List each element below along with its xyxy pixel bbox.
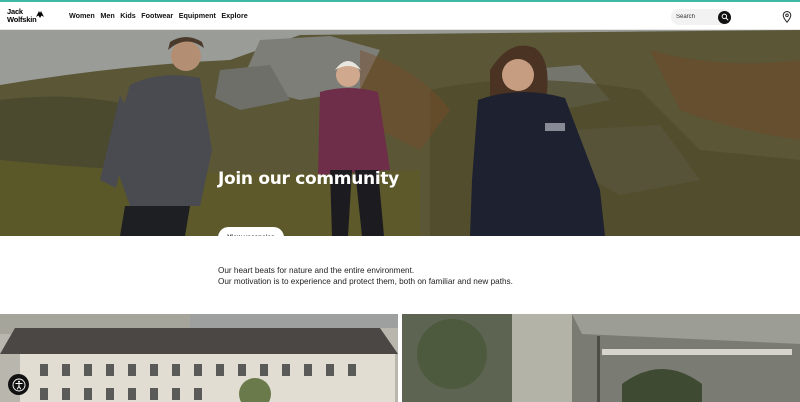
brand-logo[interactable]: Jack Wolfskin — [7, 8, 47, 26]
nav-item-men[interactable]: Men — [100, 11, 114, 21]
accessibility-icon — [12, 378, 25, 391]
hero-title: Join our community — [218, 169, 399, 189]
paw-logo-icon — [36, 11, 44, 18]
view-vacancies-button[interactable]: View vacancies — [218, 227, 284, 236]
accessibility-button[interactable] — [8, 374, 29, 395]
intro-line-2: Our motivation is to experience and prot… — [218, 277, 513, 286]
hero-photo — [0, 30, 800, 236]
nav-item-equipment[interactable]: Equipment — [179, 11, 216, 21]
nav-item-women[interactable]: Women — [69, 11, 95, 21]
search-box — [671, 9, 731, 25]
nav-item-footwear[interactable]: Footwear — [141, 11, 173, 21]
building-photo — [0, 314, 398, 402]
search-icon — [721, 13, 728, 21]
site-header: Jack Wolfskin Women Men Kids Footwear Eq… — [0, 2, 800, 30]
image-tile-building[interactable] — [0, 314, 398, 402]
logo-wordmark: Jack Wolfskin — [7, 7, 37, 24]
nav-item-explore[interactable]: Explore — [221, 11, 247, 21]
image-tile-interior[interactable] — [402, 314, 800, 402]
intro-line-1: Our heart beats for nature and the entir… — [218, 266, 415, 275]
intro-text: Our heart beats for nature and the entir… — [218, 265, 638, 287]
search-button[interactable] — [718, 10, 731, 24]
main-nav: Women Men Kids Footwear Equipment Explor… — [69, 11, 253, 21]
search-input[interactable] — [676, 12, 716, 22]
interior-photo — [402, 314, 800, 402]
nav-item-kids[interactable]: Kids — [120, 11, 136, 21]
hero-banner: Join our community View vacancies — [0, 30, 800, 236]
location-pin-icon[interactable] — [782, 11, 792, 23]
